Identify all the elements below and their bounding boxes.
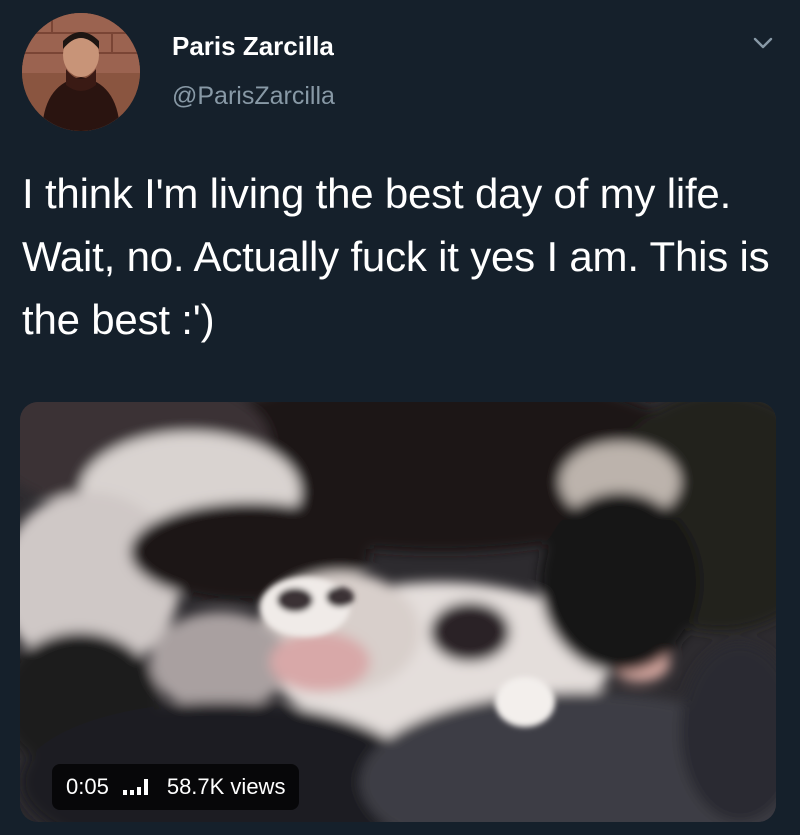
video-info-overlay: 0:05 58.7K views [52, 764, 300, 810]
signal-bars-icon[interactable] [121, 776, 153, 798]
avatar-photo [22, 13, 140, 131]
tweet-card: Paris Zarcilla @ParisZarcilla I think I'… [0, 0, 800, 835]
user-handle[interactable]: @ParisZarcilla [172, 80, 335, 112]
chevron-down-icon[interactable] [748, 28, 778, 58]
tweet-text: I think I'm living the best day of my li… [22, 170, 770, 343]
video-elapsed-time: 0:05 [66, 774, 109, 799]
video-frame [20, 402, 776, 822]
avatar[interactable] [22, 13, 140, 131]
view-count: 58.7K views [166, 774, 286, 799]
video-player[interactable]: 0:05 58.7K views [20, 402, 776, 822]
display-name[interactable]: Paris Zarcilla [172, 30, 334, 62]
